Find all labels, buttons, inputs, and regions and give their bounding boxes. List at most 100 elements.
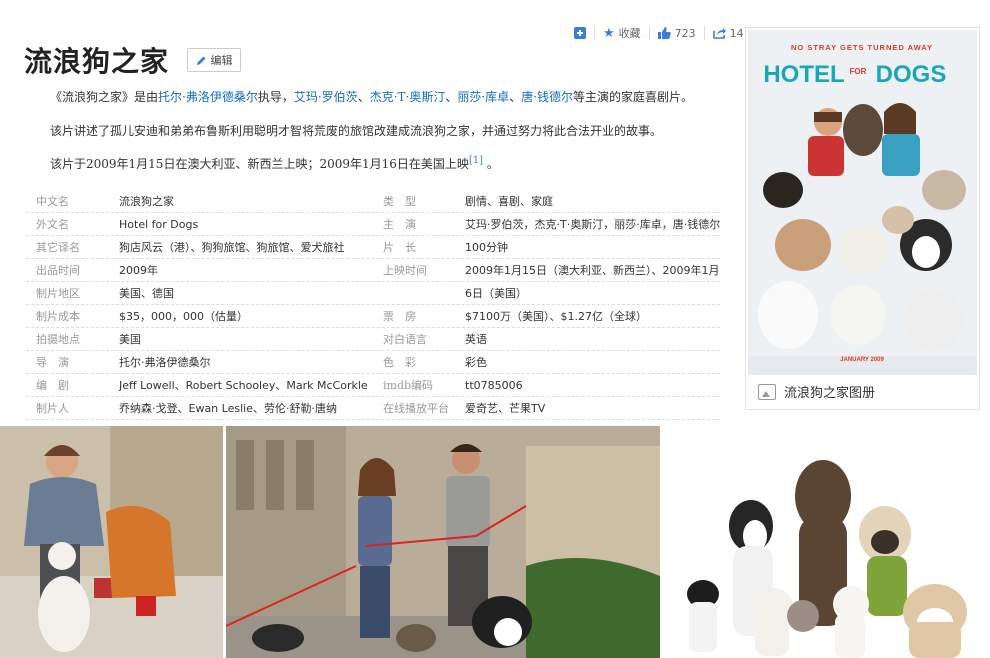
poster-tagline: NO STRAY GETS TURNED AWAY [791, 43, 933, 52]
add-button[interactable] [574, 27, 586, 39]
info-value: 艾玛·罗伯茨，杰克·T·奥斯汀，丽莎·库卓，唐·钱德尔 [465, 218, 720, 231]
info-value: Jeff Lowell、Robert Schooley、Mark McCorkl… [119, 379, 368, 392]
info-value: 美国 [119, 333, 141, 346]
reference-link[interactable]: [1] [469, 155, 483, 166]
summary-text: 等主演的家庭喜剧片。 [573, 90, 694, 104]
movie-still-1[interactable] [0, 426, 223, 658]
info-key: imdb编码 [383, 379, 434, 392]
info-row: 中文名 流浪狗之家 类 型 剧情、喜剧、家庭 [26, 190, 720, 213]
basic-info-table: 中文名 流浪狗之家 类 型 剧情、喜剧、家庭外文名 Hotel for Dogs 主 演 艾… [26, 190, 720, 420]
separator: 、 [445, 90, 458, 104]
info-key: 制片地区 [36, 287, 80, 300]
info-key: 上映时间 [383, 264, 427, 277]
info-value: $7100万（美国）、$1.27亿（全球） [465, 310, 647, 323]
info-value: 100分钟 [465, 241, 508, 254]
movie-still-2[interactable] [226, 426, 660, 658]
plus-icon [574, 27, 586, 39]
poster-card: NO STRAY GETS TURNED AWAY HOTEL FOR DOGS… [745, 27, 980, 410]
share-count: 14 [729, 26, 744, 40]
info-key: 中文名 [36, 195, 69, 208]
divider [594, 26, 595, 40]
info-key: 色 彩 [383, 356, 416, 369]
info-key: 外文名 [36, 218, 69, 231]
info-value: 美国、德国 [119, 287, 174, 300]
info-value: 6日（美国） [465, 287, 527, 300]
summary-text: 该片于2009年1月15日在澳大利亚、新西兰上映；2009年1月16日在美国上映 [50, 157, 469, 171]
summary-paragraph-1: 《流浪狗之家》是由托尔·弗洛伊德桑尔执导，艾玛·罗伯茨、杰克·T·奥斯汀、丽莎·… [50, 88, 693, 105]
info-value: 狗店风云（港）、狗狗旅馆、狗旅馆、爱犬旅社 [119, 241, 345, 254]
actor-link[interactable]: 杰克·T·奥斯汀 [370, 90, 446, 104]
info-key: 在线播放平台 [383, 402, 449, 415]
page-title: 流浪狗之家 [24, 45, 170, 78]
pencil-icon [196, 56, 205, 65]
star-icon: ★ [603, 25, 615, 41]
collect-label: 收藏 [618, 27, 641, 40]
info-key: 制片成本 [36, 310, 80, 323]
action-bar: ★ 收藏 723 14 [574, 24, 744, 42]
info-row: 编 剧 Jeff Lowell、Robert Schooley、Mark McCo… [26, 374, 720, 397]
info-key: 片 长 [383, 241, 416, 254]
info-value: 剧情、喜剧、家庭 [465, 195, 553, 208]
info-row: 制片地区 美国、德国 6日（美国） [26, 282, 720, 305]
actor-link[interactable]: 唐·钱德尔 [521, 90, 573, 104]
divider [648, 26, 650, 40]
info-key: 票 房 [383, 310, 416, 323]
actor-link[interactable]: 艾玛·罗伯茨 [294, 90, 358, 104]
separator: 、 [357, 90, 370, 104]
album-link[interactable]: 流浪狗之家图册 [758, 382, 875, 401]
still-image-dog-group [663, 426, 990, 658]
info-value: 托尔·弗洛伊德桑尔 [119, 356, 211, 369]
actor-link[interactable]: 丽莎·库卓 [457, 90, 509, 104]
info-key: 类 型 [383, 195, 416, 208]
info-value: 2009年 [119, 264, 158, 277]
summary-text: 。 [486, 157, 499, 171]
summary-paragraph-2: 该片讲述了孤儿安迪和弟弟布鲁斯利用聪明才智将荒废的旅馆改建成流浪狗之家，并通过努… [50, 124, 663, 138]
summary-text: 《流浪狗之家》是由 [50, 90, 159, 104]
info-value: 乔纳森·戈登、Ewan Leslie、劳伦·舒勒·唐纳 [119, 402, 337, 415]
director-link[interactable]: 托尔·弗洛伊德桑尔 [158, 90, 258, 104]
thumbs-up-icon [657, 27, 671, 39]
separator: 、 [509, 90, 522, 104]
info-value: 爱奇艺、芒果TV [465, 402, 546, 415]
summary-paragraph-3: 该片于2009年1月15日在澳大利亚、新西兰上映；2009年1月16日在美国上映… [50, 155, 499, 172]
info-value: $35，000，000（估量） [119, 310, 248, 323]
summary-text: 执导， [257, 90, 294, 104]
poster-logo-dogs: DOGS [876, 61, 947, 88]
info-key: 导 演 [36, 356, 69, 369]
edit-button[interactable]: 编辑 [187, 48, 241, 72]
movie-poster[interactable]: NO STRAY GETS TURNED AWAY HOTEL FOR DOGS… [748, 30, 977, 375]
info-key: 其它译名 [36, 241, 80, 254]
share-icon [712, 28, 726, 39]
info-row: 制片成本 $35，000，000（估量） 票 房 $7100万（美国）、$1.27亿（… [26, 305, 720, 328]
movie-still-3[interactable] [663, 426, 990, 658]
info-value: 流浪狗之家 [119, 195, 174, 208]
like-button[interactable]: 723 [657, 26, 696, 40]
edit-label: 编辑 [210, 54, 233, 67]
info-row: 其它译名 狗店风云（港）、狗狗旅馆、狗旅馆、爱犬旅社 片 长 100分钟 [26, 236, 720, 259]
info-value: Hotel for Dogs [119, 217, 199, 231]
info-row: 拍摄地点 美国 对白语言 英语 [26, 328, 720, 351]
info-row: 出品时间 2009年 上映时间 2009年1月15日（澳大利亚、新西兰）、2009年1… [26, 259, 720, 282]
poster-image: NO STRAY GETS TURNED AWAY HOTEL FOR DOGS… [748, 30, 977, 375]
info-key: 制片人 [36, 402, 69, 415]
poster-date: JANUARY 2009 [840, 357, 884, 363]
poster-logo-for: FOR [850, 67, 867, 76]
info-key: 对白语言 [383, 333, 427, 346]
divider [703, 26, 705, 40]
like-count: 723 [674, 26, 696, 40]
info-value: 2009年1月15日（澳大利亚、新西兰）、2009年1月1 [465, 264, 720, 277]
info-key: 主 演 [383, 218, 416, 231]
info-value: tt0785006 [465, 378, 523, 392]
info-row: 外文名 Hotel for Dogs 主 演 艾玛·罗伯茨，杰克·T·奥斯汀，丽莎·库… [26, 213, 720, 236]
info-key: 编 剧 [36, 379, 69, 392]
info-row: 制片人 乔纳森·戈登、Ewan Leslie、劳伦·舒勒·唐纳 在线播放平台 爱奇艺、… [26, 397, 720, 420]
still-image-walking-dogs [226, 426, 660, 658]
album-label: 流浪狗之家图册 [784, 386, 876, 401]
poster-logo-hotel: HOTEL [763, 61, 844, 88]
info-value: 彩色 [465, 356, 487, 369]
info-key: 拍摄地点 [36, 333, 80, 346]
collect-button[interactable]: ★ 收藏 [603, 25, 641, 41]
info-value: 英语 [465, 333, 487, 346]
still-image-boy-dog [0, 426, 223, 658]
share-button[interactable]: 14 [712, 26, 744, 40]
